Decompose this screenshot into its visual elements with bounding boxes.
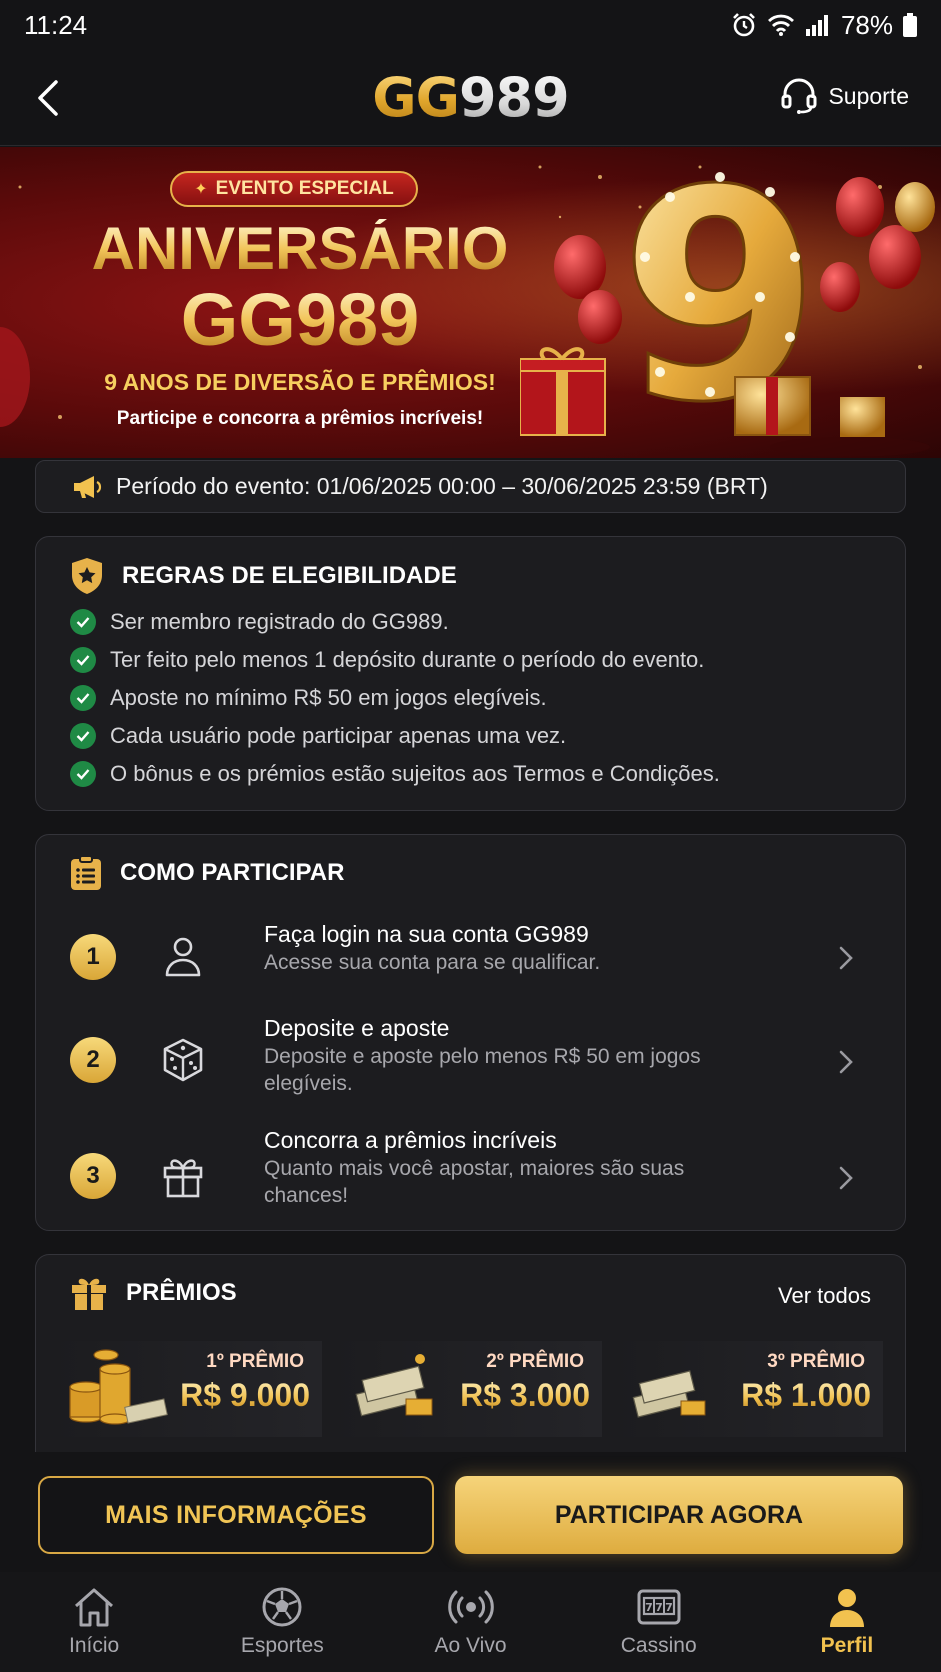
home-icon: [75, 1588, 114, 1627]
prize-label: 3º PRÊMIO: [767, 1351, 865, 1372]
rule-item: Aposte no mínimo R$ 50 em jogos elegívei…: [70, 679, 905, 717]
banner-subtitle: 9 ANOS DE DIVERSÃO E PRÊMIOS!: [104, 369, 496, 395]
nav-item-ao-vivo[interactable]: Ao Vivo: [376, 1572, 564, 1672]
clipboard-list-icon: [71, 855, 101, 890]
gift-icon: [72, 1278, 106, 1310]
svg-text:7: 7: [655, 1601, 663, 1614]
rules-list: Ser membro registrado do GG989. Ter feit…: [70, 603, 905, 793]
event-period-text: Período do evento: 01/06/2025 00:00 – 30…: [116, 473, 768, 499]
step-title: Faça login na sua conta GG989: [264, 921, 589, 947]
rules-heading: REGRAS DE ELEGIBILIDADE: [70, 557, 905, 595]
how-to-participate-card: COMO PARTICIPAR 1 Faça login na sua cont…: [35, 834, 906, 1231]
step-number: 2: [70, 1037, 116, 1083]
support-button[interactable]: Suporte: [780, 78, 909, 114]
eligibility-rules-card: REGRAS DE ELEGIBILIDADE Ser membro regis…: [35, 536, 906, 811]
prize-value: R$ 9.000: [180, 1377, 310, 1413]
bottom-navigation: Início Esportes Ao Vivo 777 Cassino Perf…: [0, 1572, 941, 1672]
participate-now-button[interactable]: PARTICIPAR AGORA: [455, 1476, 903, 1554]
rule-item: Ser membro registrado do GG989.: [70, 603, 905, 641]
step-number: 3: [70, 1153, 116, 1199]
prizes-card: PRÊMIOS Ver todos 1º PRÊMIO R$ 9.000 2º …: [35, 1254, 906, 1454]
svg-text:7: 7: [645, 1601, 653, 1614]
how-to-heading: COMO PARTICIPAR: [70, 855, 905, 891]
user-icon: [165, 937, 201, 977]
gg989-logo: GG989: [372, 65, 569, 129]
prize-value: R$ 3.000: [460, 1377, 590, 1413]
check-icon: [70, 609, 96, 635]
star-icon: ✦: [194, 181, 208, 198]
battery-percent: 78%: [840, 9, 893, 40]
signal-icon: [805, 13, 831, 37]
shield-star-icon: [72, 558, 102, 594]
prize-value: R$ 1.000: [741, 1377, 871, 1413]
more-info-button[interactable]: MAIS INFORMAÇÕES: [38, 1476, 434, 1554]
rule-item: O bônus e os prémios estão sujeitos aos …: [70, 755, 905, 793]
step-number: 1: [70, 934, 116, 980]
chevron-right-icon: [839, 946, 853, 970]
prize-label: 2º PRÊMIO: [486, 1351, 584, 1372]
chevron-right-icon: [839, 1050, 853, 1074]
soccer-ball-icon: [262, 1587, 302, 1627]
check-icon: [70, 685, 96, 711]
event-badge: ✦ EVENTO ESPECIAL: [170, 171, 418, 207]
check-icon: [70, 723, 96, 749]
battery-icon: [903, 13, 917, 37]
see-all-prizes-link[interactable]: Ver todos: [778, 1283, 871, 1309]
prize-card-second[interactable]: 2º PRÊMIO R$ 3.000: [332, 1341, 602, 1437]
wifi-icon: [767, 13, 795, 37]
dice-icon: [163, 1038, 203, 1082]
banner-title-line2: GG989: [30, 283, 570, 357]
prize-card-first[interactable]: 1º PRÊMIO R$ 9.000: [52, 1341, 322, 1437]
banner-cta-text: Participe e concorra a prêmios incríveis…: [116, 408, 484, 429]
nav-item-perfil[interactable]: Perfil: [753, 1572, 941, 1672]
check-icon: [70, 761, 96, 787]
banner-title-line1: ANIVERSÁRIO: [30, 219, 570, 279]
step-row-deposit[interactable]: 2 Deposite e aposte Deposite e aposte pe…: [36, 1007, 907, 1119]
nav-item-cassino[interactable]: 777 Cassino: [565, 1572, 753, 1672]
check-icon: [70, 647, 96, 673]
prize-label: 1º PRÊMIO: [206, 1351, 304, 1372]
megaphone-icon: [74, 475, 102, 498]
anniversary-nine-art: 9: [520, 147, 935, 458]
status-icons: 78%: [731, 10, 917, 41]
slot-machine-icon: 777: [637, 1589, 681, 1625]
nav-item-inicio[interactable]: Início: [0, 1572, 188, 1672]
rule-item: Ter feito pelo menos 1 depósito durante …: [70, 641, 905, 679]
support-label: Suporte: [828, 82, 909, 109]
cash-stack-icon: [632, 1370, 706, 1418]
chevron-right-icon: [839, 1166, 853, 1190]
headset-icon: [781, 78, 817, 114]
nav-item-esportes[interactable]: Esportes: [188, 1572, 376, 1672]
prize-card-third[interactable]: 3º PRÊMIO R$ 1.000: [613, 1341, 883, 1437]
step-description: Quanto mais você apostar, maiores são su…: [264, 1157, 685, 1207]
cash-stack-icon: [355, 1354, 433, 1417]
back-button[interactable]: [36, 76, 76, 120]
gold-coins-icon: [69, 1349, 168, 1425]
svg-text:7: 7: [665, 1601, 673, 1614]
rule-item: Cada usuário pode participar apenas uma …: [70, 717, 905, 755]
step-row-login[interactable]: 1 Faça login na sua conta GG989 Acesse s…: [36, 913, 907, 1009]
gift-icon: [163, 1159, 203, 1198]
step-description: Deposite e aposte pelo menos R$ 50 em jo…: [264, 1045, 701, 1095]
step-description: Acesse sua conta para se qualificar.: [264, 951, 601, 974]
step-row-prizes[interactable]: 3 Concorra a prêmios incríveis Quanto ma…: [36, 1123, 907, 1227]
anniversary-banner[interactable]: ✦ EVENTO ESPECIAL ANIVERSÁRIO GG989 9 AN…: [0, 147, 941, 458]
status-bar: 11:24 78%: [0, 0, 941, 50]
live-broadcast-icon: [447, 1590, 494, 1624]
chevron-left-icon: [38, 80, 58, 116]
step-title: Concorra a prêmios incríveis: [264, 1127, 557, 1153]
step-title: Deposite e aposte: [264, 1015, 450, 1041]
profile-icon: [829, 1589, 864, 1627]
event-period-bar: Período do evento: 01/06/2025 00:00 – 30…: [35, 460, 906, 513]
alarm-icon: [731, 12, 757, 38]
status-time: 11:24: [24, 9, 88, 40]
app-header: GG989 Suporte: [0, 50, 941, 146]
